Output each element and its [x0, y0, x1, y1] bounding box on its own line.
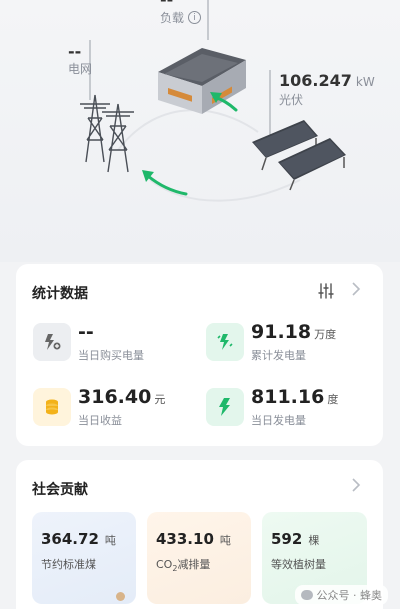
pv-value-group: 106.247 kW — [279, 71, 375, 90]
stats-chevron-right-icon[interactable] — [350, 280, 362, 302]
tree-planting-value: 592 — [271, 530, 303, 548]
wechat-icon — [300, 590, 313, 600]
stat-value-revenue-number: 316.40 — [78, 386, 152, 408]
load-label: 负载 — [160, 11, 185, 25]
tree-planting-label: 等效植树量 — [271, 558, 326, 571]
stat-value-daily-generation: 811.16 度 — [251, 386, 338, 408]
load-label-group: 负载 i — [160, 9, 202, 26]
flow-arrow-icon — [146, 95, 238, 196]
tree-planting-unit: 棵 — [308, 534, 320, 547]
stat-label-daily-generation: 当日发电量 — [251, 414, 306, 427]
coal-saving-label: 节约标准煤 — [41, 558, 96, 571]
co2-label-rest: 减排量 — [177, 558, 211, 571]
stat-label-revenue: 当日收益 — [78, 414, 122, 427]
filter-settings-icon[interactable] — [317, 282, 335, 300]
watermark: 公众号 · 蜂奥 — [294, 585, 388, 605]
grid-value: -- — [68, 42, 82, 61]
energy-flow-diagram: -- 负载 i -- 电网 106.247kW 光伏 — [0, 0, 400, 262]
social-title: 社会贡献 — [32, 482, 88, 498]
lightning-double-icon — [206, 323, 244, 361]
power-tower-icon — [80, 94, 134, 173]
energy-flow-illustration — [80, 0, 346, 202]
co2-reduction-unit: 吨 — [219, 534, 231, 547]
stat-value-daily-generation-number: 811.16 — [251, 386, 325, 408]
coal-saving-value: 364.72 — [41, 530, 99, 548]
coal-saving-value-group: 364.72 吨 — [41, 530, 116, 548]
building-icon — [158, 48, 246, 114]
co2-label-main: CO — [156, 558, 173, 571]
coins-icon — [33, 388, 71, 426]
watermark-text: 公众号 · 蜂奥 — [316, 589, 383, 602]
grid-purchase-icon — [33, 323, 71, 361]
info-icon[interactable]: i — [188, 11, 202, 24]
stat-value-total-generation: 91.18 万度 — [251, 321, 336, 343]
stat-label-total-generation: 累计发电量 — [251, 349, 306, 362]
stat-value-total-generation-unit: 万度 — [314, 328, 337, 341]
stats-title: 统计数据 — [32, 286, 88, 302]
stat-value-total-generation-number: 91.18 — [251, 321, 312, 343]
coal-saving-tile[interactable]: 364.72 吨 节约标准煤 — [32, 512, 136, 604]
coal-icon — [116, 592, 125, 601]
social-chevron-right-icon[interactable] — [350, 476, 362, 498]
stat-value-revenue: 316.40 元 — [78, 386, 165, 408]
tree-planting-value-group: 592 棵 — [271, 530, 319, 548]
pv-label: 光伏 — [279, 93, 304, 107]
stats-card: 统计数据 -- 当日购买电量 91.18 万度 累计发电量 316.40 元 当日收… — [16, 264, 383, 446]
coal-saving-unit: 吨 — [104, 534, 116, 547]
stat-value-revenue-unit: 元 — [154, 393, 166, 406]
co2-reduction-value: 433.10 — [156, 530, 214, 548]
lightning-icon — [206, 388, 244, 426]
co2-reduction-label: CO2减排量 — [156, 556, 210, 573]
co2-reduction-tile[interactable]: 433.10 吨 CO2减排量 — [147, 512, 251, 604]
load-value: -- — [160, 0, 173, 9]
grid-label: 电网 — [68, 62, 93, 76]
pv-value: 106.247 — [279, 71, 352, 90]
stat-value-purchase: -- — [78, 321, 94, 343]
co2-reduction-value-group: 433.10 吨 — [156, 530, 231, 548]
stat-label-purchase: 当日购买电量 — [78, 349, 144, 362]
stat-value-daily-generation-unit: 度 — [327, 393, 339, 406]
pv-unit: kW — [355, 75, 375, 89]
